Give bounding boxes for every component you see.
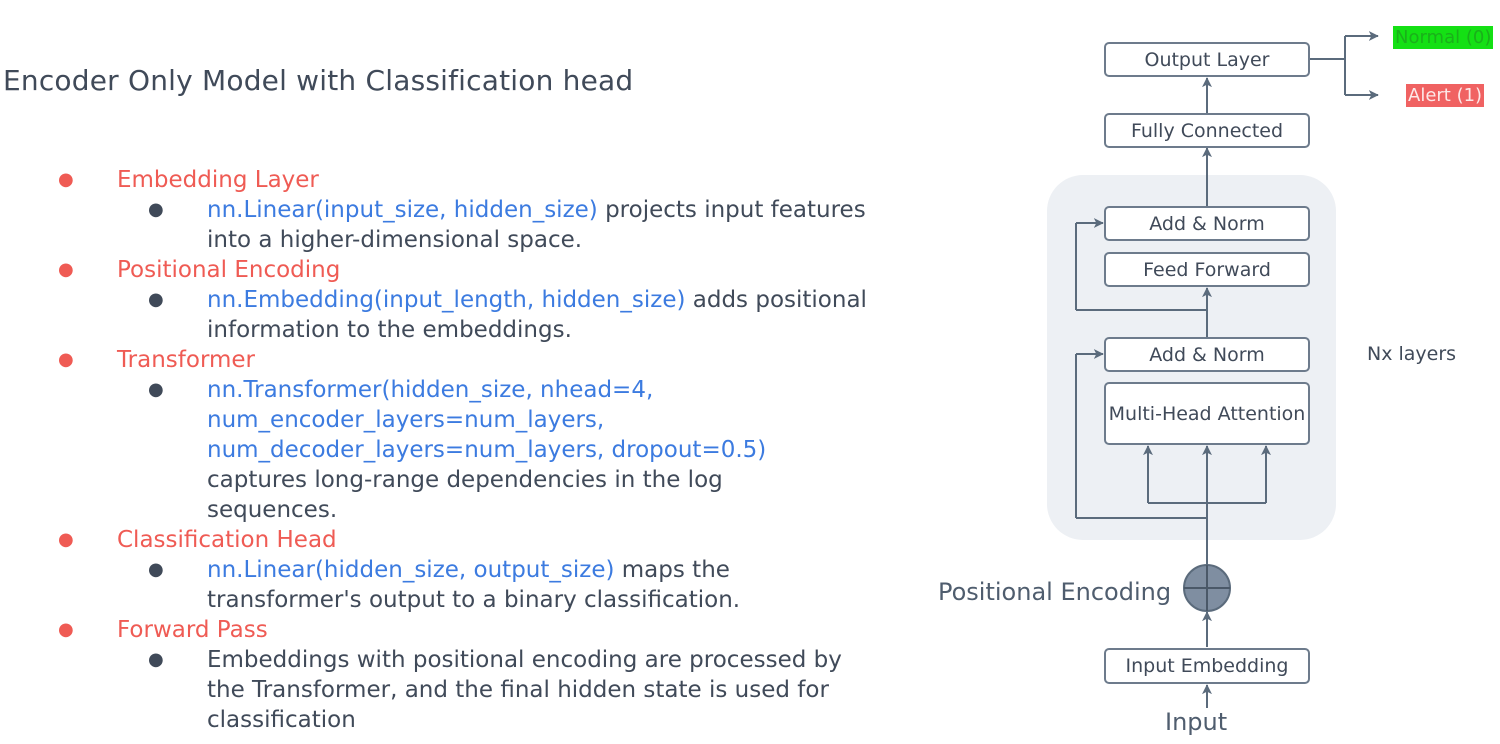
normal-class-label: Normal (0) bbox=[1393, 26, 1494, 49]
diagram-connectors bbox=[1075, 31, 1379, 708]
fully-connected-box: Fully Connected bbox=[1104, 113, 1310, 148]
output-layer-box: Output Layer bbox=[1104, 42, 1310, 77]
add-norm-top-box: Add & Norm bbox=[1104, 206, 1310, 241]
nx-layers-label: Nx layers bbox=[1367, 343, 1457, 365]
input-label: Input bbox=[1165, 708, 1228, 736]
input-embedding-box: Input Embedding bbox=[1104, 648, 1310, 684]
plus-circle-icon bbox=[1183, 564, 1231, 612]
positional-encoding-label: Positional Encoding bbox=[938, 578, 1172, 606]
add-norm-bottom-box: Add & Norm bbox=[1104, 337, 1310, 372]
multi-head-attention-box: Multi-Head Attention bbox=[1104, 382, 1310, 445]
alert-class-label: Alert (1) bbox=[1406, 84, 1485, 107]
feed-forward-box: Feed Forward bbox=[1104, 252, 1310, 287]
